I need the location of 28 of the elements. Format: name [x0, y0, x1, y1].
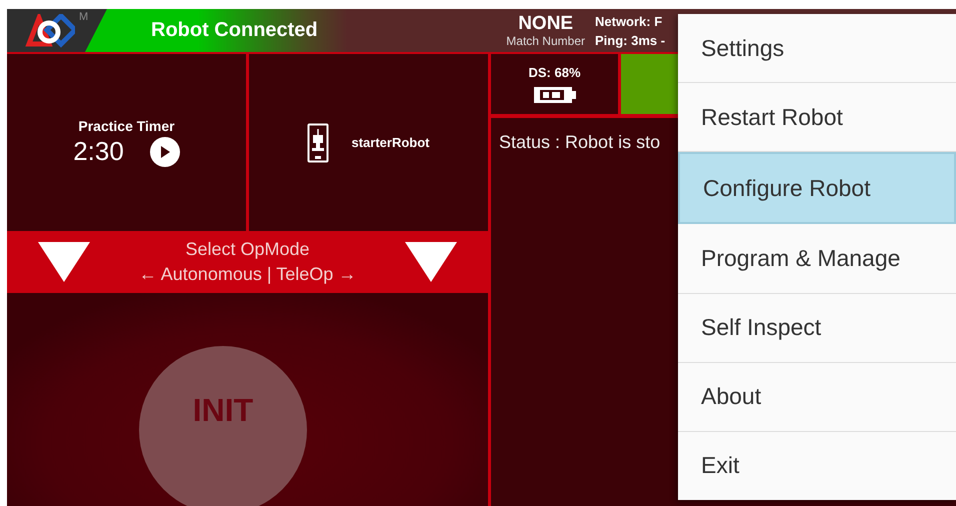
opmode-title: Select OpMode — [185, 239, 310, 260]
timer-label: Practice Timer — [78, 118, 175, 134]
menu-item[interactable]: Restart Robot — [678, 83, 956, 152]
match-number-label: Match Number — [506, 34, 585, 48]
phone-robot-icon — [307, 122, 330, 162]
timer-value: 2:30 — [73, 136, 124, 167]
connection-status: Robot Connected — [151, 19, 318, 42]
menu-item[interactable]: About — [678, 362, 956, 432]
ping-text: Ping: 3ms - — [595, 32, 666, 48]
play-icon — [158, 144, 171, 158]
play-button[interactable] — [150, 136, 180, 166]
opmode-dropdown-button[interactable] — [404, 242, 458, 282]
opmode-hint: ← Autonomous | TeleOp → — [138, 264, 356, 285]
robot-config-name: starterRobot — [351, 135, 430, 150]
trademark-mark: M — [79, 11, 88, 23]
menu-item[interactable]: Configure Robot — [678, 152, 956, 224]
network-name: Network: F — [595, 14, 664, 28]
menu-item[interactable]: Self Inspect — [678, 294, 956, 363]
status-text: Status : Robot is sto — [499, 132, 660, 152]
menu-item[interactable]: Exit — [678, 432, 956, 500]
logo-icon — [25, 14, 75, 48]
battery-icon — [532, 86, 576, 104]
robot-config-panel[interactable]: starterRobot — [249, 54, 488, 231]
opmode-dropdown-button[interactable] — [37, 242, 91, 282]
menu-item[interactable]: Program & Manage — [678, 224, 956, 294]
battery-text: DS: 68% — [528, 64, 581, 80]
menu-item[interactable]: Settings — [678, 14, 956, 84]
match-number: NONE — [518, 14, 574, 34]
